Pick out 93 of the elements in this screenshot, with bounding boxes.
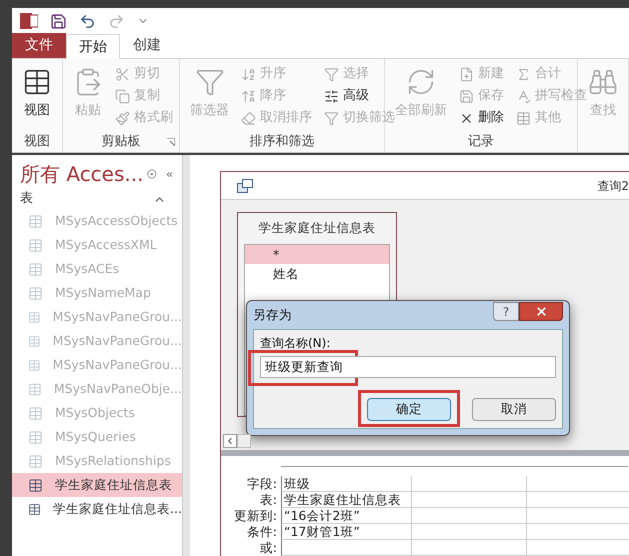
row-label: 字段: [246,476,278,492]
nav-item[interactable]: MSysACEs [12,257,182,281]
funnel-icon [324,66,339,82]
nav-item[interactable]: MSysNavPaneObje... [12,377,182,401]
grid-cell[interactable] [411,476,526,492]
brush-icon [115,110,130,126]
close-button[interactable] [519,302,563,320]
eraser-icon [241,110,256,126]
nav-item[interactable]: MSysQueries [12,425,182,449]
funnel-icon [194,67,224,97]
ribbon-button[interactable]: 视图 [18,63,56,132]
table-icon [28,430,43,444]
section-header: 表 [20,190,33,208]
help-button[interactable]: ? [493,302,519,320]
save-icon[interactable] [50,12,67,30]
nav-item[interactable]: MSysNameMap [12,281,182,305]
nav-item[interactable]: MSysNavPaneGrou... [12,353,182,377]
new-file-icon [458,66,474,82]
ribbon-tab[interactable]: 文件 [12,33,66,58]
row-label: 或: [258,540,278,556]
table-icon [28,382,42,396]
dialog-launcher-icon[interactable] [167,138,175,146]
sliders-icon [324,88,339,104]
redo-icon[interactable] [108,12,125,30]
grid-cell[interactable] [526,492,629,508]
scissors-icon [115,66,130,82]
grid-icon [22,67,52,97]
table-icon [28,310,41,324]
query-icon [237,178,253,192]
sort-icon [241,88,256,104]
copy-icon [115,88,130,104]
query-name-field[interactable]: 班级更新查询 [260,356,556,378]
grid-cell[interactable] [526,476,629,492]
nav-item[interactable]: 学生家庭住址信息表... [12,497,182,521]
binoculars-icon [588,67,618,97]
grid-cell[interactable] [411,540,526,556]
save-icon [458,88,474,104]
ribbon-button[interactable]: 高级 [324,85,395,107]
table-icon [28,286,43,300]
table-icon [28,502,42,516]
row-label: 条件: [246,524,278,540]
scroll-left-button[interactable] [223,434,237,448]
pane-title: 所有 Acces... [20,161,144,188]
undo-icon[interactable] [79,12,96,30]
table-icon [28,238,43,252]
table-icon [28,214,43,228]
row-label: 更新到: [232,508,278,524]
nav-item[interactable]: MSysAccessObjects [12,209,182,233]
dropdown-icon[interactable] [147,167,158,181]
group-label: 剪贴板 [102,133,140,151]
row-label: 表: [258,492,278,508]
nav-item[interactable]: MSysNavPaneGrou... [12,305,182,329]
query-title: 查询2 [597,178,629,194]
close-icon [534,304,548,318]
dialog-button[interactable]: 确定 [367,398,451,421]
nav-item[interactable]: MSysObjects [12,401,182,425]
group-label: 记录 [468,133,494,151]
field-item[interactable]: 姓名 [245,264,389,283]
funnel-icon [324,110,339,126]
nav-item[interactable]: MSysRelationships [12,449,182,473]
nav-item[interactable]: MSysAccessXML [12,233,182,257]
ribbon-tab[interactable]: 创建 [120,33,174,58]
grid-cell[interactable]: 班级 [281,476,411,492]
grid-cell[interactable] [411,492,526,508]
table-icon [28,454,43,468]
dialog-title: 另存为 [253,306,292,324]
dialog-button[interactable]: 取消 [472,398,556,421]
grid-cell[interactable] [526,540,629,556]
table-icon [28,262,43,276]
grid-cell[interactable]: 学生家庭住址信息表 [281,492,411,508]
grid-cell[interactable]: “17财管1班” [281,524,411,540]
grid-cell[interactable] [411,508,526,524]
field-label: 查询名称(N): [260,335,332,352]
grid-cell[interactable]: “16会计2班” [281,508,411,524]
nav-item[interactable]: MSysNavPaneGrou... [12,329,182,353]
group-label: 视图 [24,133,50,151]
field-item[interactable]: * [245,244,389,264]
grid-cell[interactable] [411,524,526,540]
nav-item[interactable]: 学生家庭住址信息表 [12,473,182,497]
table-icon [516,110,531,126]
app-logo-icon [20,12,38,30]
table-icon [28,406,43,420]
table-icon [28,334,41,348]
table-icon [28,358,41,372]
grid-cell[interactable] [281,540,411,556]
grid-cell[interactable] [526,508,629,524]
sort-icon [241,66,256,82]
table-title: 学生家庭住址信息表 [258,219,376,237]
grid-cell[interactable] [526,524,629,540]
ribbon-tab[interactable]: 开始 [66,34,120,59]
table-icon [28,478,43,492]
group-label: 排序和筛选 [249,133,314,151]
ribbon-button[interactable]: 删除 [458,107,504,129]
